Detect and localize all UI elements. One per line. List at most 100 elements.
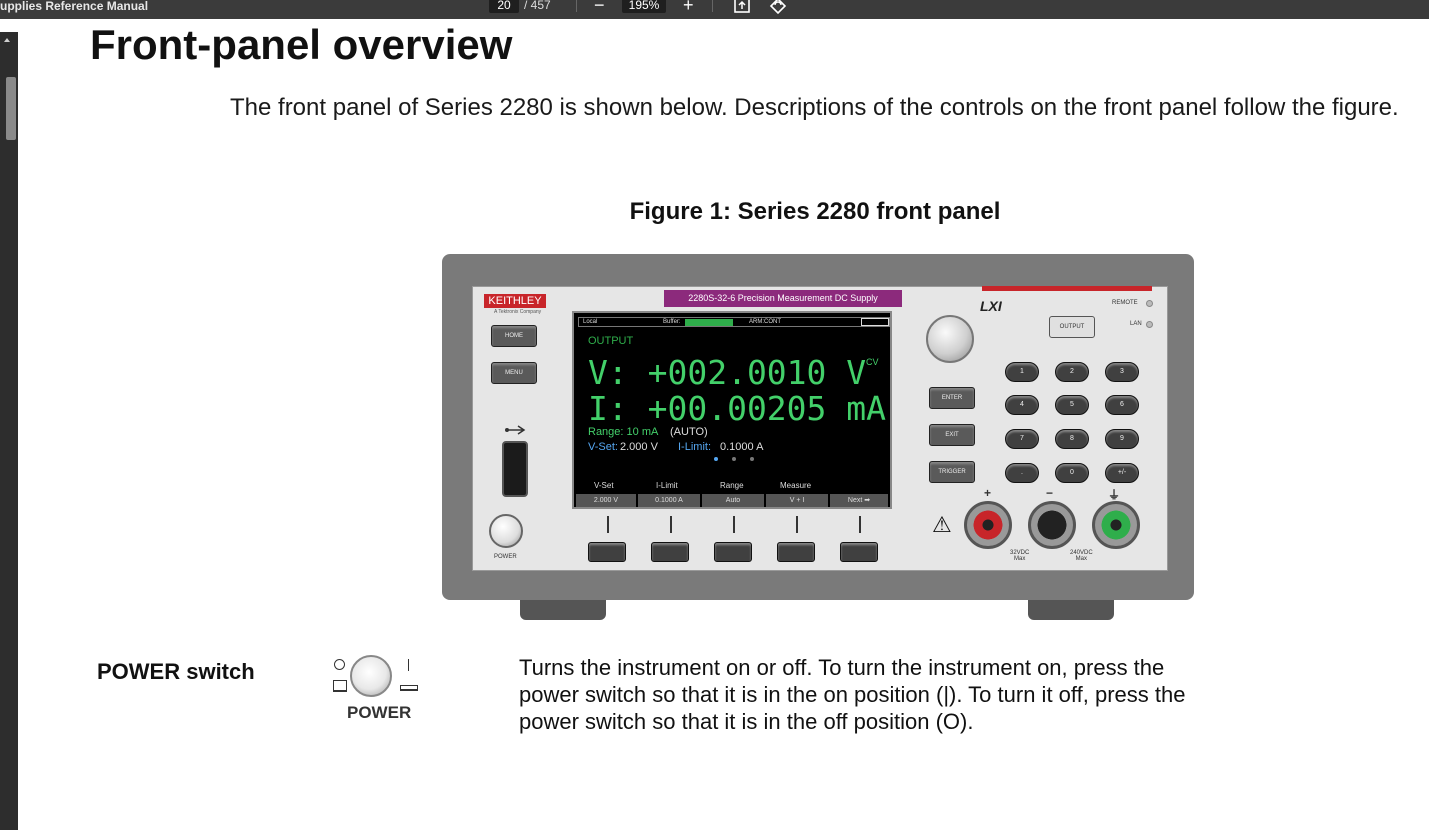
navigation-knob bbox=[926, 315, 974, 363]
standby-symbol-icon bbox=[333, 680, 347, 692]
tab-header: Measure bbox=[780, 481, 812, 490]
rotate-icon[interactable] bbox=[769, 0, 787, 14]
lan-label: LAN bbox=[1130, 321, 1142, 327]
page-dot bbox=[714, 457, 718, 461]
keypad-1: 1 bbox=[1005, 362, 1039, 382]
soft-key-tick bbox=[859, 516, 861, 533]
max-voltage-label: 240VDC Max bbox=[1070, 550, 1093, 562]
tab-value: Next ➡ bbox=[830, 494, 888, 507]
tab-value: 0.1000 A bbox=[638, 494, 700, 507]
range-auto: (AUTO) bbox=[670, 426, 708, 438]
power-switch-description: Turns the instrument on or off. To turn … bbox=[519, 655, 1186, 734]
keypad-sign: +/- bbox=[1105, 463, 1139, 483]
instrument-foot bbox=[1028, 600, 1114, 620]
exit-button: EXIT bbox=[929, 424, 975, 446]
soft-key-tick bbox=[607, 516, 609, 533]
power-button bbox=[489, 514, 523, 548]
instrument-foot bbox=[520, 600, 606, 620]
zoom-level-input[interactable]: 195% bbox=[622, 0, 666, 13]
keypad-5: 5 bbox=[1055, 395, 1089, 415]
display-status-bar: Local Buffer: ARM:CONT bbox=[578, 317, 890, 327]
plus-terminal-label: + bbox=[984, 486, 992, 500]
vset-label: V-Set: bbox=[588, 441, 618, 453]
keypad-7: 7 bbox=[1005, 429, 1039, 449]
page-dot bbox=[732, 457, 736, 461]
warning-icon: ⚠ bbox=[932, 512, 952, 537]
power-switch-word: POWER bbox=[347, 703, 412, 722]
scroll-up-icon[interactable] bbox=[4, 38, 10, 42]
ground-terminal bbox=[1092, 501, 1140, 549]
usb-icon bbox=[505, 425, 526, 435]
soft-key-tick bbox=[670, 516, 672, 533]
lan-led bbox=[1146, 321, 1153, 328]
figure-caption: Figure 1: Series 2280 front panel bbox=[629, 198, 1001, 225]
power-label: POWER bbox=[494, 554, 517, 560]
tab-header: V-Set bbox=[594, 481, 614, 490]
keypad-decimal: . bbox=[1005, 463, 1039, 483]
soft-key bbox=[651, 542, 689, 562]
fit-page-icon[interactable] bbox=[733, 0, 751, 14]
ilimit-value: 0.1000 A bbox=[720, 441, 764, 453]
pdf-toolbar: upplies Reference Manual 20 / 457 − 195%… bbox=[0, 0, 1429, 19]
keypad-3: 3 bbox=[1105, 362, 1139, 382]
buffer-bar bbox=[685, 319, 733, 326]
page-number-input[interactable]: 20 bbox=[489, 0, 519, 13]
negative-terminal bbox=[1028, 501, 1076, 549]
buffer-indicator: Buffer: bbox=[663, 319, 681, 325]
instrument-display: Local Buffer: ARM:CONT OUTPUT V: +002.00… bbox=[572, 311, 892, 509]
tab-value: Auto bbox=[702, 494, 764, 507]
power-switch-image: POWER bbox=[330, 655, 422, 725]
keypad-4: 4 bbox=[1005, 395, 1039, 415]
lxi-logo: LXI bbox=[980, 298, 1002, 314]
toolbar-divider bbox=[576, 0, 577, 12]
accent-stripe bbox=[982, 286, 1152, 291]
vset-value: 2.000 V bbox=[620, 441, 658, 453]
current-readout: I: +00.00205 mA bbox=[588, 389, 887, 428]
tab-header: I-Limit bbox=[656, 481, 678, 490]
page-dot bbox=[750, 457, 754, 461]
keypad-8: 8 bbox=[1055, 429, 1089, 449]
model-label: 2280S-32-6 Precision Measurement DC Supp… bbox=[664, 290, 902, 307]
soft-key-tick bbox=[733, 516, 735, 533]
remote-label: REMOTE bbox=[1112, 300, 1138, 306]
keypad-2: 2 bbox=[1055, 362, 1089, 382]
usb-port bbox=[502, 441, 528, 497]
keypad-0: 0 bbox=[1055, 463, 1089, 483]
minus-terminal-label: − bbox=[1046, 486, 1054, 500]
on-symbol-icon bbox=[408, 659, 409, 671]
soft-key bbox=[588, 542, 626, 562]
off-symbol-icon bbox=[334, 659, 345, 670]
enter-button: ENTER bbox=[929, 387, 975, 409]
home-button: HOME bbox=[491, 325, 537, 347]
output-button: OUTPUT bbox=[1049, 316, 1095, 338]
zoom-in-button[interactable]: + bbox=[683, 0, 694, 14]
keypad-9: 9 bbox=[1105, 429, 1139, 449]
menu-button: MENU bbox=[491, 362, 537, 384]
trigger-button: TRIGGER bbox=[929, 461, 975, 483]
soft-key bbox=[777, 542, 815, 562]
soft-key bbox=[840, 542, 878, 562]
soft-key-tick bbox=[796, 516, 798, 533]
standby-symbol-icon bbox=[400, 685, 418, 691]
brand-subtitle: A Tektronix Company bbox=[494, 309, 542, 315]
ilimit-label: I-Limit: bbox=[678, 441, 711, 453]
document-title: upplies Reference Manual bbox=[0, 0, 149, 13]
display-output-label: OUTPUT bbox=[588, 335, 634, 347]
vertical-scrollbar[interactable] bbox=[0, 32, 18, 830]
toolbar-divider bbox=[712, 0, 713, 12]
scroll-thumb[interactable] bbox=[6, 77, 16, 140]
display-tabs: V-Set I-Limit Range Measure 2.000 V 0.10… bbox=[574, 481, 890, 507]
front-panel-figure: KEITHLEY A Tektronix Company 2280S-32-6 … bbox=[442, 254, 1194, 620]
cv-indicator: CV bbox=[866, 357, 879, 367]
positive-terminal bbox=[964, 501, 1012, 549]
max-voltage-label: 32VDC Max bbox=[1010, 550, 1030, 562]
intro-paragraph: The front panel of Series 2280 is shown … bbox=[230, 94, 1399, 121]
remote-led bbox=[1146, 300, 1153, 307]
keypad-6: 6 bbox=[1105, 395, 1139, 415]
power-knob-icon bbox=[350, 655, 392, 697]
zoom-out-button[interactable]: − bbox=[594, 0, 605, 14]
brand-logo: KEITHLEY bbox=[484, 294, 546, 308]
local-indicator: Local bbox=[583, 319, 598, 325]
range-label: Range: 10 mA bbox=[588, 426, 659, 438]
tab-header: Range bbox=[720, 481, 744, 490]
